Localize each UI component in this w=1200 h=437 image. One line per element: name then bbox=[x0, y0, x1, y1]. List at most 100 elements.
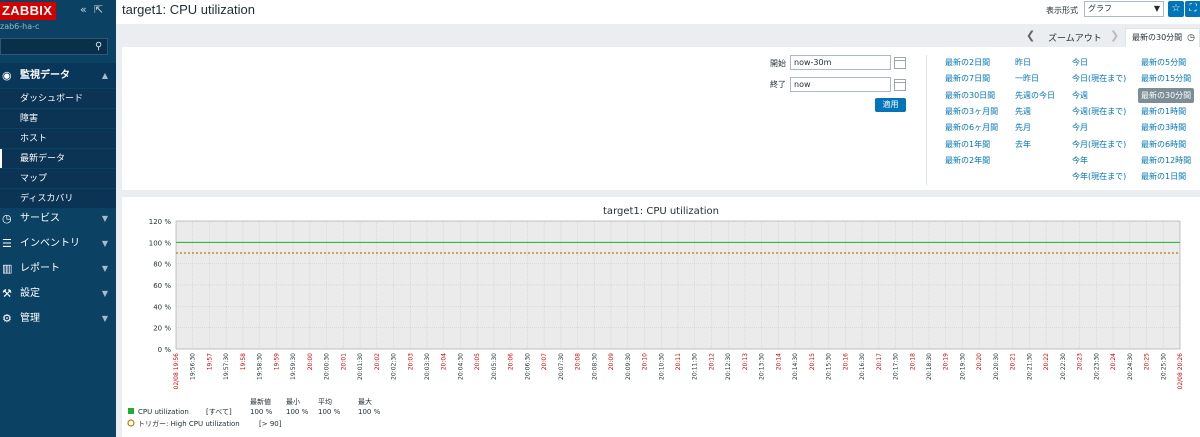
fullscreen-button[interactable]: ⛶ bbox=[1185, 1, 1200, 17]
submenu-dashboard[interactable]: ダッシュボード bbox=[0, 88, 116, 108]
quick-range-link[interactable]: 去年 bbox=[1015, 139, 1031, 150]
x-tick-label: 20:10:30 bbox=[658, 353, 665, 380]
x-tick-label: 20:23 bbox=[1077, 353, 1084, 370]
apply-button[interactable]: 適用 bbox=[875, 98, 906, 112]
gear-icon: ⚙ bbox=[2, 312, 12, 325]
wrench-icon: ⚒ bbox=[2, 287, 12, 300]
x-tick-label: 20:20 bbox=[976, 353, 983, 370]
quick-range-link[interactable]: 最新の3時間 bbox=[1141, 122, 1186, 133]
x-tick-label: 20:12 bbox=[708, 353, 715, 370]
submenu-hosts[interactable]: ホスト bbox=[0, 128, 116, 148]
menu-label: 監視データ bbox=[20, 70, 70, 81]
legend-trigger-condition: [> 90] bbox=[259, 420, 282, 428]
sidebar-search-input[interactable] bbox=[0, 38, 108, 55]
x-tick-label: 19:57:30 bbox=[223, 353, 230, 380]
view-as-select[interactable]: グラフ ▼ bbox=[1084, 1, 1164, 17]
chevron-left-icon[interactable]: ❮ bbox=[1026, 29, 1035, 42]
menu-monitoring[interactable]: ◉ 監視データ ▲ bbox=[0, 63, 116, 88]
quick-range-link[interactable]: 最新の30分間 bbox=[1138, 87, 1195, 103]
quick-range-link[interactable]: 今日(現在まで) bbox=[1072, 73, 1126, 84]
x-tick-label: 20:09:30 bbox=[625, 353, 632, 380]
clock-icon: ◷ bbox=[2, 212, 12, 225]
quick-range-link[interactable]: 今日 bbox=[1072, 57, 1088, 68]
zoom-out-button[interactable]: ズームアウト bbox=[1048, 31, 1102, 44]
x-tick-label: 20:25:30 bbox=[1160, 353, 1167, 380]
x-tick-label: 20:04 bbox=[441, 353, 448, 370]
menu-reports[interactable]: ▥ レポート ▼ bbox=[0, 256, 116, 281]
time-period-tab[interactable]: 最新の30分間 ◷ bbox=[1125, 28, 1200, 47]
menu-inventory[interactable]: ☰ インベントリ ▼ bbox=[0, 231, 116, 256]
quick-range-link[interactable]: 最新の1年間 bbox=[945, 139, 990, 150]
quick-range-link[interactable]: 最新の7日間 bbox=[945, 73, 990, 84]
chevron-down-icon: ▼ bbox=[101, 214, 108, 223]
quick-range-link[interactable]: 最新の12時間 bbox=[1141, 155, 1191, 166]
page-header: target1: CPU utilization 表示形式 グラフ ▼ ☆ ⛶ bbox=[116, 0, 1200, 24]
collapse-sidebar-icon[interactable]: « bbox=[80, 3, 87, 16]
y-tick-label: 40 % bbox=[153, 303, 171, 311]
x-tick-label: 19:57 bbox=[206, 353, 213, 370]
to-input[interactable]: now bbox=[790, 77, 891, 92]
x-tick-label: 20:25 bbox=[1144, 353, 1151, 370]
quick-range-link[interactable]: 今月 bbox=[1072, 122, 1088, 133]
quick-range-link[interactable]: 最新の6時間 bbox=[1141, 139, 1186, 150]
time-filter-panel: 開始 now-30m 終了 now 適用 最新の2日間 最新の7日間 最新の30日間… bbox=[122, 47, 1200, 190]
x-tick-label: 20:02 bbox=[374, 353, 381, 370]
y-tick-label: 0 % bbox=[158, 346, 172, 354]
quick-range-link[interactable]: 一昨日 bbox=[1015, 73, 1039, 84]
cpu-chart: target1: CPU utilization 120 % 100 % 80 % 60… bbox=[127, 206, 1184, 428]
x-tick-label: 20:07 bbox=[541, 353, 548, 370]
quick-range-link[interactable]: 最新の1日間 bbox=[1141, 171, 1186, 182]
x-tick-label: 20:00:30 bbox=[324, 353, 331, 380]
quick-range-link[interactable]: 今週(現在まで) bbox=[1072, 106, 1126, 117]
quick-range-link[interactable]: 最新の1時間 bbox=[1141, 106, 1186, 117]
quick-range-link[interactable]: 最新の3ヶ月間 bbox=[945, 106, 998, 117]
quick-range-link[interactable]: 先週 bbox=[1015, 106, 1031, 117]
submenu-latest-data[interactable]: 最新データ bbox=[0, 148, 116, 168]
calendar-icon[interactable] bbox=[894, 79, 906, 91]
quick-range-link[interactable]: 最新の30日間 bbox=[945, 90, 995, 101]
submenu-discovery[interactable]: ディスカバリ bbox=[0, 188, 116, 208]
kiosk-mode-icon[interactable]: ⇱ bbox=[94, 3, 103, 16]
zabbix-logo[interactable]: ZABBIX bbox=[0, 2, 56, 20]
x-tick-label: 20:15:30 bbox=[826, 353, 833, 380]
x-tick-label: 20:08 bbox=[575, 353, 582, 370]
chevron-right-icon[interactable]: ❯ bbox=[1110, 29, 1119, 42]
x-tick-label: 19:58:30 bbox=[257, 353, 264, 380]
quick-range-link[interactable]: 最新の15分間 bbox=[1141, 73, 1191, 84]
quick-range-link[interactable]: 今年 bbox=[1072, 155, 1088, 166]
quick-range-link[interactable]: 先週の今日 bbox=[1015, 90, 1055, 101]
x-tick-label: 20:04:30 bbox=[457, 353, 464, 380]
x-tick-label: 20:21:30 bbox=[1026, 353, 1033, 380]
menu-services[interactable]: ◷ サービス ▼ bbox=[0, 206, 116, 231]
calendar-icon[interactable] bbox=[894, 57, 906, 69]
menu-label: 管理 bbox=[20, 313, 40, 324]
chart-title: target1: CPU utilization bbox=[603, 206, 719, 217]
quick-range-link[interactable]: 最新の5分間 bbox=[1141, 57, 1186, 68]
legend-item-value: 100 % bbox=[286, 408, 309, 416]
x-tick-label: 20:06:30 bbox=[524, 353, 531, 380]
search-icon[interactable]: ⚲ bbox=[95, 41, 102, 52]
quick-range-link[interactable]: 今月(現在まで) bbox=[1072, 139, 1126, 150]
legend-header: 最大 bbox=[358, 397, 372, 406]
submenu-problems[interactable]: 障害 bbox=[0, 108, 116, 128]
quick-range-link[interactable]: 先月 bbox=[1015, 122, 1031, 133]
from-input[interactable]: now-30m bbox=[790, 55, 891, 70]
favorite-star-button[interactable]: ☆ bbox=[1168, 1, 1184, 17]
clock-icon: ◷ bbox=[1187, 33, 1195, 43]
x-tick-label: 20:22:30 bbox=[1060, 353, 1067, 380]
legend-header: 最小 bbox=[286, 397, 300, 406]
quick-range-link[interactable]: 今週 bbox=[1072, 90, 1088, 101]
x-tick-label: 20:01:30 bbox=[357, 353, 364, 380]
menu-administration[interactable]: ⚙ 管理 ▼ bbox=[0, 306, 116, 331]
chevron-down-icon: ▼ bbox=[101, 239, 108, 248]
quick-range-link[interactable]: 昨日 bbox=[1015, 57, 1031, 68]
quick-range-link[interactable]: 最新の2日間 bbox=[945, 57, 990, 68]
x-tick-label: 20:18 bbox=[909, 353, 916, 370]
menu-configuration[interactable]: ⚒ 設定 ▼ bbox=[0, 281, 116, 306]
quick-range-link[interactable]: 今年(現在まで) bbox=[1072, 171, 1126, 182]
submenu-maps[interactable]: マップ bbox=[0, 168, 116, 188]
quick-range-link[interactable]: 最新の6ヶ月間 bbox=[945, 122, 998, 133]
x-tick-label: 20:05:30 bbox=[491, 353, 498, 380]
legend-trigger-label: トリガー: High CPU utilization bbox=[138, 419, 240, 428]
quick-range-link[interactable]: 最新の2年間 bbox=[945, 155, 990, 166]
